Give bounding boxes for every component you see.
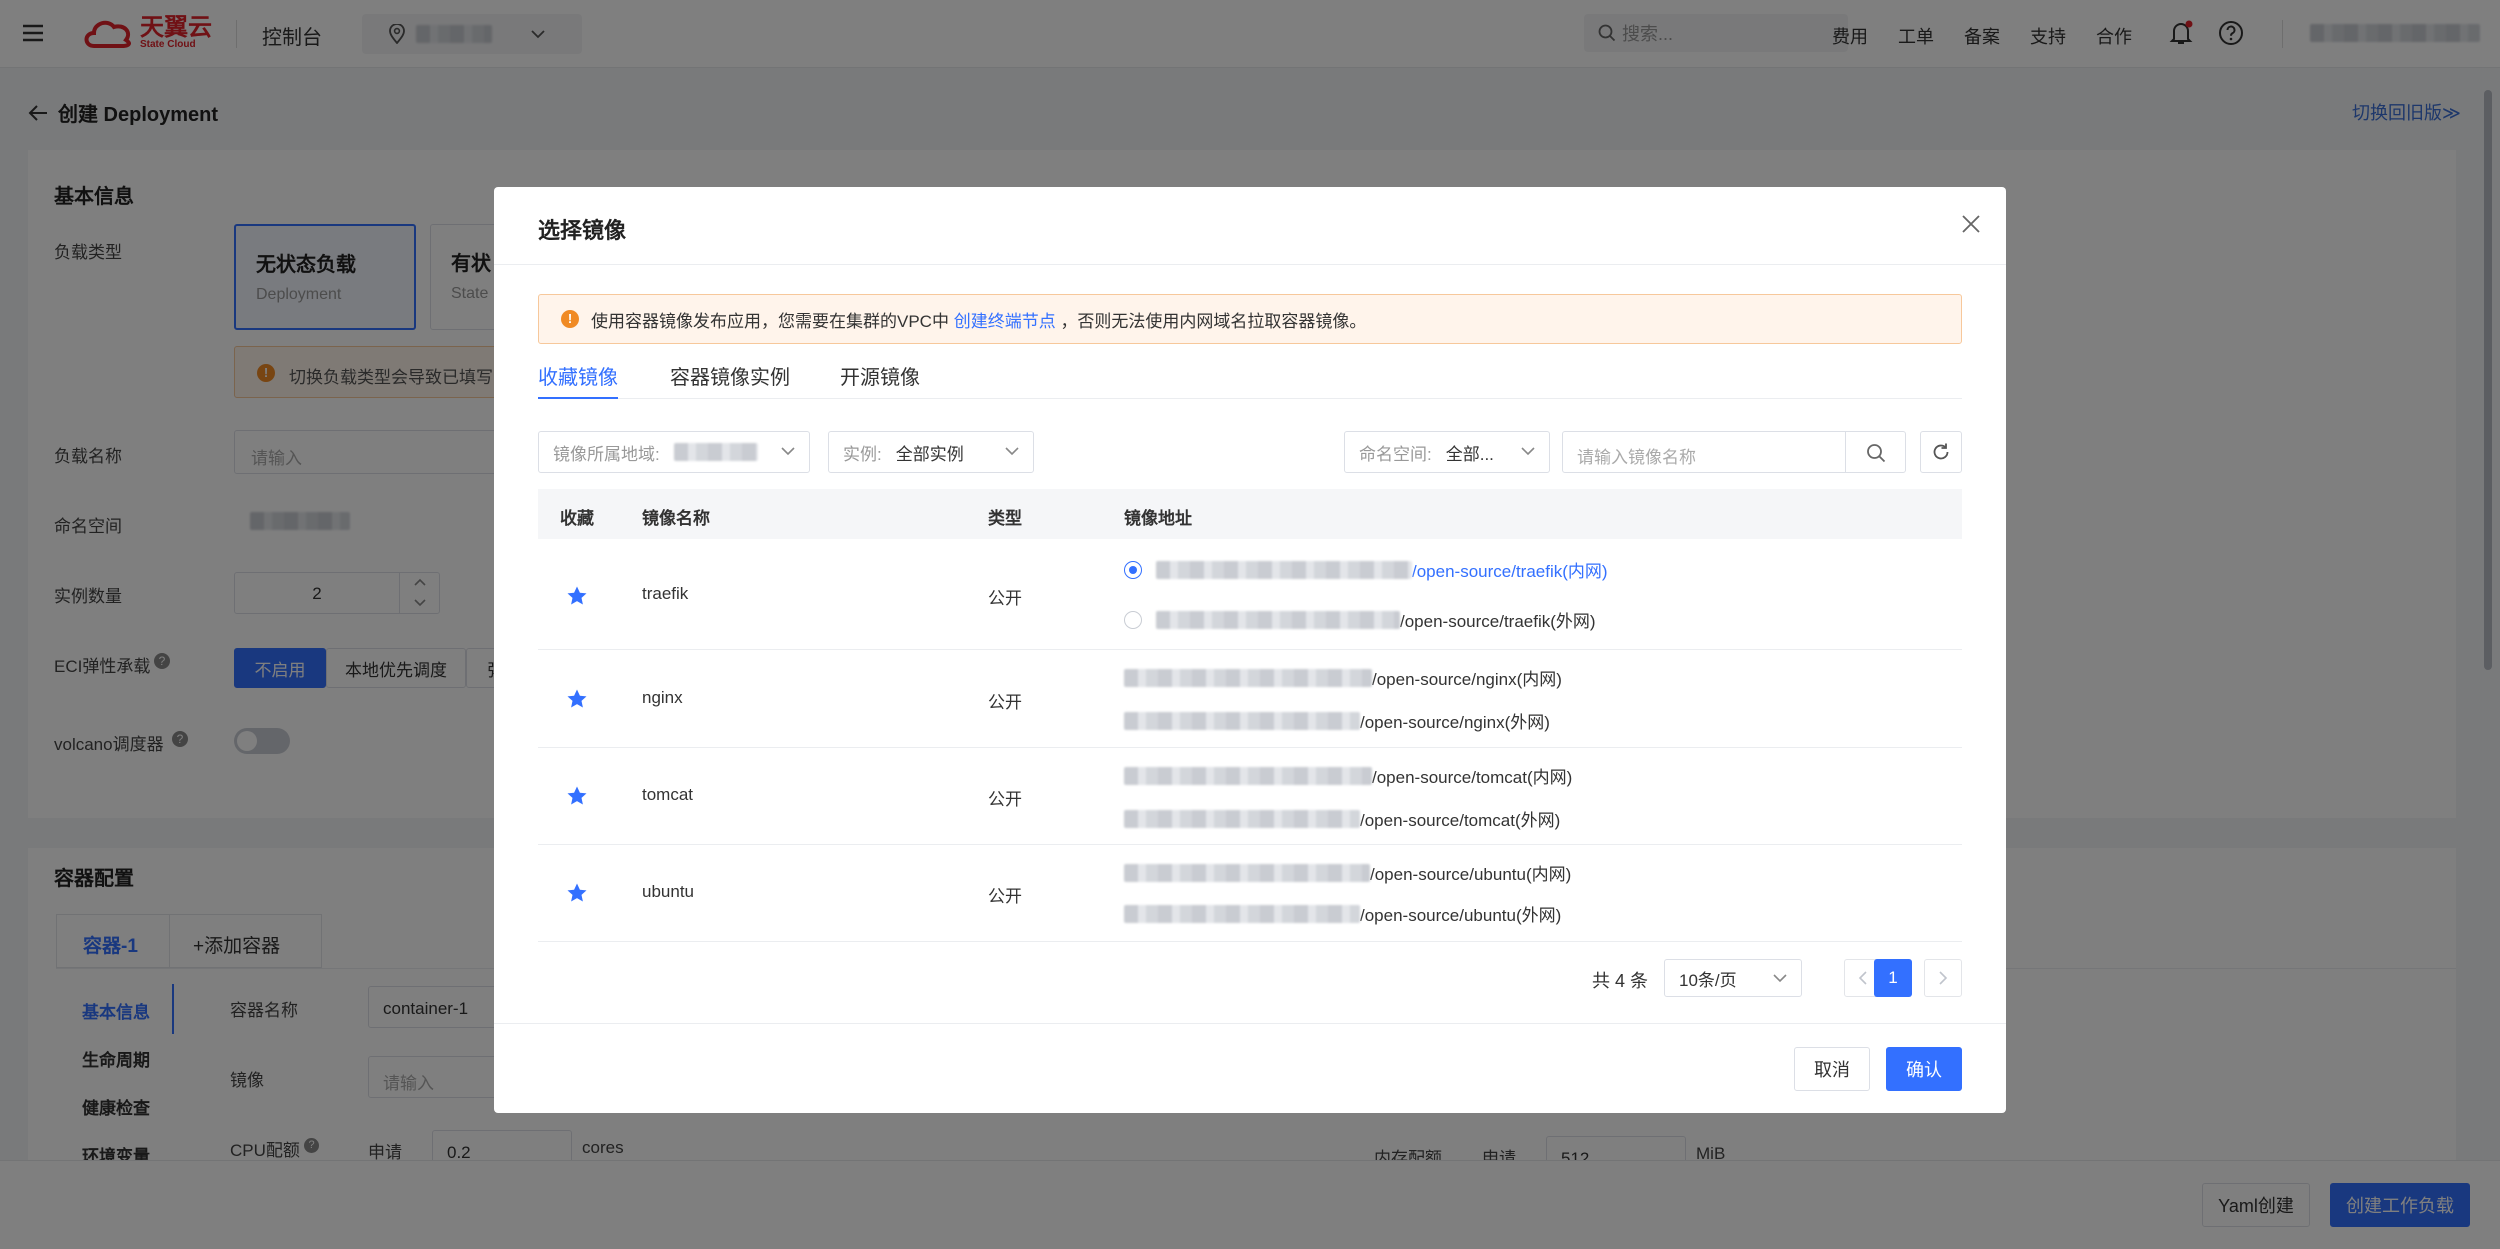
image-name: nginx <box>642 688 683 707</box>
refresh-icon <box>1933 443 1949 460</box>
radio-unselected[interactable] <box>1124 610 1142 629</box>
image-table-header: 收藏 镜像名称 类型 镜像地址 <box>538 489 1962 539</box>
image-name-search[interactable]: 请输入镜像名称 <box>1562 431 1906 473</box>
create-endpoint-link[interactable]: 创建终端节点 <box>954 312 1056 331</box>
col-favorite: 收藏 <box>560 509 594 528</box>
image-address-outer-text: /open-source/tomcat(外网) <box>1360 811 1561 830</box>
chevron-down-icon <box>781 447 795 456</box>
refresh-button[interactable] <box>1920 431 1962 473</box>
confirm-button[interactable]: 确认 <box>1886 1047 1962 1091</box>
tab-favorite-images[interactable]: 收藏镜像 <box>538 361 618 399</box>
image-name: ubuntu <box>642 882 694 901</box>
image-address-outer-text: /open-source/traefik(外网) <box>1400 612 1596 631</box>
table-row[interactable]: ubuntu 公开 /open-source/ubuntu(内网) /open-… <box>538 845 1962 942</box>
image-address-inner: /open-source/tomcat(内网) <box>1124 763 1572 788</box>
cancel-button[interactable]: 取消 <box>1794 1047 1870 1091</box>
col-image-name: 镜像名称 <box>642 509 710 528</box>
page-button-1[interactable]: 1 <box>1874 959 1912 997</box>
instance-filter[interactable]: 实例: 全部实例 <box>828 431 1034 473</box>
table-row[interactable]: nginx 公开 /open-source/nginx(内网) /open-so… <box>538 650 1962 748</box>
namespace-filter-value: 全部... <box>1445 444 1494 464</box>
next-page-button[interactable] <box>1924 959 1962 997</box>
registry-host <box>1124 809 1360 828</box>
image-address-inner-text: /open-source/traefik(内网) <box>1412 562 1608 581</box>
namespace-filter-label: 命名空间: <box>1359 444 1432 464</box>
image-address-inner-text: /open-source/ubuntu(内网) <box>1370 865 1572 884</box>
image-address-outer-text: /open-source/ubuntu(外网) <box>1360 906 1562 925</box>
region-filter-value <box>673 443 758 461</box>
col-image-address: 镜像地址 <box>1124 509 1192 528</box>
page-size-value: 10条/页 <box>1679 970 1737 990</box>
image-address-inner[interactable]: /open-source/traefik(内网) <box>1124 557 1608 582</box>
registry-host <box>1124 766 1372 785</box>
alert-text-post: ，否则无法使用内网域名拉取容器镜像。 <box>1060 311 1367 331</box>
image-address-inner: /open-source/ubuntu(内网) <box>1124 860 1571 885</box>
dialog-title: 选择镜像 <box>538 218 627 243</box>
chevron-down-icon <box>1773 974 1787 983</box>
image-source-tabs: 收藏镜像 容器镜像实例 开源镜像 <box>538 361 1962 399</box>
registry-host <box>1124 904 1360 923</box>
instance-filter-label: 实例: <box>843 444 882 464</box>
image-type: 公开 <box>988 790 1022 809</box>
image-address-outer: /open-source/nginx(外网) <box>1124 708 1550 733</box>
region-filter[interactable]: 镜像所属地域: <box>538 431 810 473</box>
image-address-outer: /open-source/ubuntu(外网) <box>1124 901 1561 926</box>
star-icon[interactable] <box>566 882 588 904</box>
registry-host <box>1156 560 1412 579</box>
tab-open-source-images[interactable]: 开源镜像 <box>840 361 920 399</box>
image-name: tomcat <box>642 785 694 804</box>
chevron-down-icon <box>1005 447 1019 456</box>
chevron-left-icon <box>1858 971 1867 985</box>
instance-filter-value: 全部实例 <box>895 444 964 464</box>
image-address-outer[interactable]: /open-source/traefik(外网) <box>1124 607 1596 632</box>
table-row[interactable]: tomcat 公开 /open-source/tomcat(内网) /open-… <box>538 748 1962 845</box>
region-filter-label: 镜像所属地域: <box>553 444 660 464</box>
search-button[interactable] <box>1845 432 1905 472</box>
image-address-inner: /open-source/nginx(内网) <box>1124 665 1562 690</box>
image-address-inner-text: /open-source/nginx(内网) <box>1372 670 1562 689</box>
search-icon <box>1867 444 1886 463</box>
star-icon[interactable] <box>566 785 588 807</box>
close-icon[interactable] <box>1960 213 1982 235</box>
image-address-outer: /open-source/tomcat(外网) <box>1124 806 1560 831</box>
image-name: traefik <box>642 584 689 603</box>
image-name-placeholder: 请输入镜像名称 <box>1577 448 1696 467</box>
image-type: 公开 <box>988 589 1022 608</box>
image-address-outer-text: /open-source/nginx(外网) <box>1360 713 1550 732</box>
tab-registry-instances[interactable]: 容器镜像实例 <box>670 361 790 399</box>
pager-total: 共 4 条 <box>1592 971 1649 991</box>
page-size-select[interactable]: 10条/页 <box>1664 959 1802 997</box>
col-type: 类型 <box>988 509 1022 528</box>
vpc-alert: ! 使用容器镜像发布应用，您需要在集群的VPC中 创建终端节点 ，否则无法使用内… <box>538 294 1962 344</box>
star-icon[interactable] <box>566 688 588 710</box>
radio-selected[interactable] <box>1124 560 1142 579</box>
image-type: 公开 <box>988 693 1022 712</box>
registry-host <box>1124 863 1370 882</box>
chevron-right-icon <box>1939 971 1948 985</box>
image-address-inner-text: /open-source/tomcat(内网) <box>1372 768 1573 787</box>
registry-host <box>1156 610 1400 629</box>
star-icon[interactable] <box>566 585 588 607</box>
registry-host <box>1124 711 1360 730</box>
select-image-dialog: 选择镜像 ! 使用容器镜像发布应用，您需要在集群的VPC中 创建终端节点 ，否则… <box>494 187 2006 1113</box>
warning-icon: ! <box>561 310 579 328</box>
image-type: 公开 <box>988 887 1022 906</box>
table-row[interactable]: traefik 公开 /open-source/traefik(内网) /ope… <box>538 539 1962 650</box>
chevron-down-icon <box>1521 447 1535 456</box>
registry-host <box>1124 668 1372 687</box>
alert-text-pre: 使用容器镜像发布应用，您需要在集群的VPC中 <box>591 311 949 331</box>
namespace-filter[interactable]: 命名空间: 全部... <box>1344 431 1550 473</box>
